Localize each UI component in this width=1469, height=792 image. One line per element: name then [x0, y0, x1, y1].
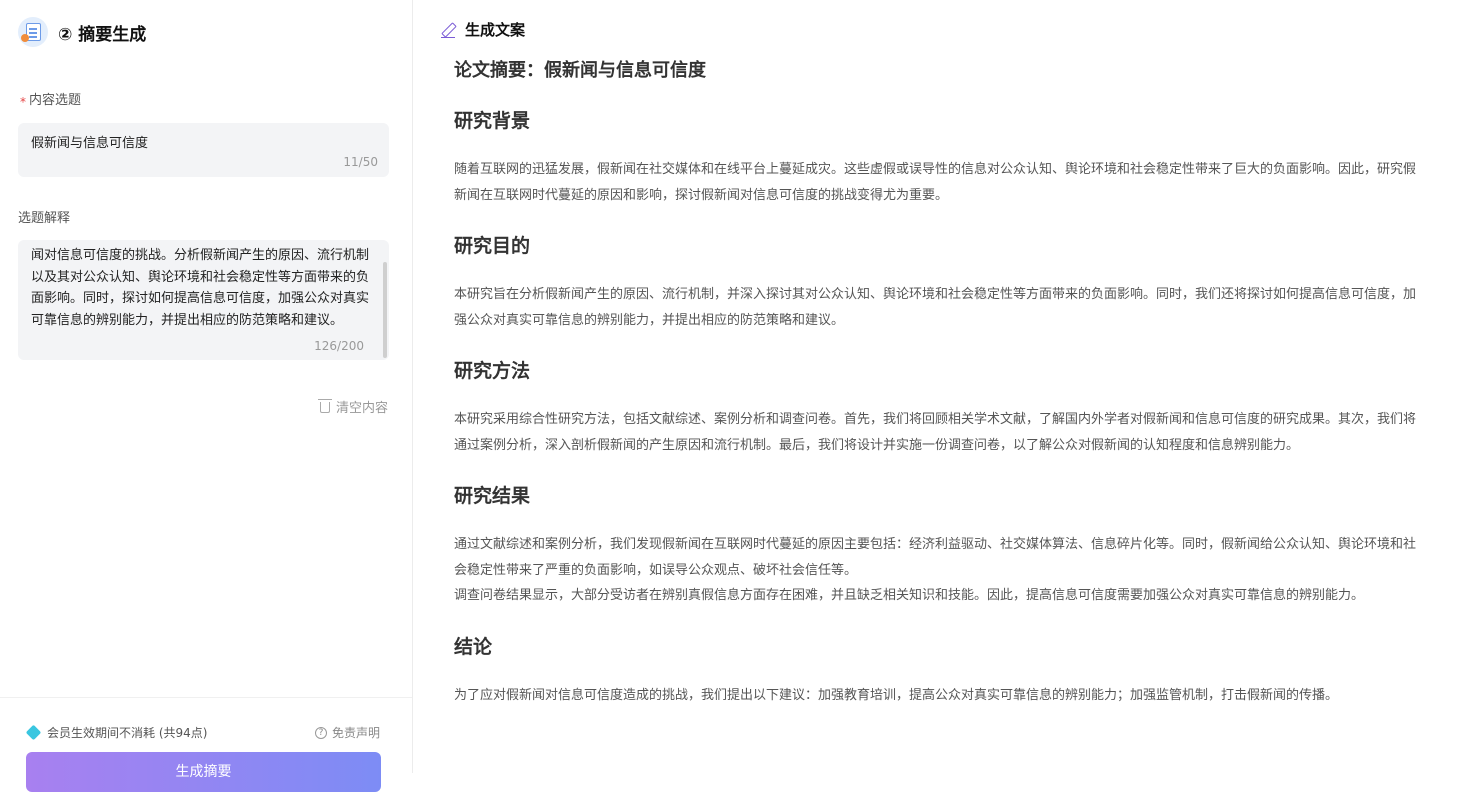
section-heading: 研究方法 — [454, 360, 531, 382]
topic-char-count: 11/50 — [343, 155, 378, 169]
clear-content-button[interactable]: 清空内容 — [317, 397, 388, 416]
trash-icon — [317, 399, 332, 413]
explanation-textarea-value[interactable]: 闻对信息可信度的挑战。分析假新闻产生的原因、流行机制以及其对公众认知、舆论环境和… — [31, 245, 371, 331]
section-heading: 研究背景 — [454, 110, 531, 132]
member-note-text: 会员生效期间不消耗 (共94点) — [47, 726, 208, 740]
diamond-icon — [25, 724, 42, 741]
section-paragraph: 本研究旨在分析假新闻产生的原因、流行机制，并深入探讨其对公众认知、舆论环境和社会… — [454, 287, 1417, 328]
section-paragraph: 通过文献综述和案例分析，我们发现假新闻在互联网时代蔓延的原因主要包括：经济利益驱… — [454, 537, 1417, 578]
topic-input[interactable]: 假新闻与信息可信度 11/50 — [18, 123, 389, 177]
explanation-scrollbar[interactable] — [383, 262, 387, 358]
output-title: 生成文案 — [462, 21, 528, 42]
topic-label: * 内容选题 — [20, 89, 82, 109]
document-title: 论文摘要：假新闻与信息可信度 — [454, 60, 706, 81]
section-conclusion: 结论 为了应对假新闻对信息可信度造成的挑战，我们提出以下建议：加强教育培训，提高… — [454, 633, 1426, 709]
output-panel: 生成文案 论文摘要：假新闻与信息可信度 研究背景 随着互联网的迅猛发展，假新闻在… — [414, 0, 1469, 773]
section-paragraph: 调查问卷结果显示，大部分受访者在辨别真假信息方面存在困难，并且缺乏相关知识和技能… — [454, 588, 1365, 603]
required-mark: * — [20, 95, 26, 109]
explanation-textarea[interactable]: 闻对信息可信度的挑战。分析假新闻产生的原因、流行机制以及其对公众认知、舆论环境和… — [18, 240, 389, 360]
topic-label-text: 内容选题 — [29, 93, 82, 108]
section-results: 研究结果 通过文献综述和案例分析，我们发现假新闻在互联网时代蔓延的原因主要包括：… — [454, 482, 1426, 609]
disclaimer-link[interactable]: ? 免责声明 — [314, 724, 380, 741]
disclaimer-label: 免责声明 — [331, 726, 380, 740]
section-heading: 研究结果 — [454, 485, 531, 507]
clear-content-label: 清空内容 — [335, 401, 388, 416]
output-header: 生成文案 — [441, 19, 528, 42]
pencil-icon — [441, 23, 455, 38]
generate-button[interactable]: 生成摘要 — [26, 752, 381, 792]
generated-document: 论文摘要：假新闻与信息可信度 研究背景 随着互联网的迅猛发展，假新闻在社交媒体和… — [454, 56, 1426, 732]
section-background: 研究背景 随着互联网的迅猛发展，假新闻在社交媒体和在线平台上蔓延成灾。这些虚假或… — [454, 107, 1426, 208]
section-paragraph: 随着互联网的迅猛发展，假新闻在社交媒体和在线平台上蔓延成灾。这些虚假或误导性的信… — [454, 162, 1417, 203]
section-paragraph: 为了应对假新闻对信息可信度造成的挑战，我们提出以下建议：加强教育培训，提高公众对… — [454, 687, 1339, 703]
section-purpose: 研究目的 本研究旨在分析假新闻产生的原因、流行机制，并深入探讨其对公众认知、舆论… — [454, 232, 1426, 333]
section-method: 研究方法 本研究采用综合性研究方法，包括文献综述、案例分析和调查问卷。首先，我们… — [454, 357, 1426, 458]
document-icon — [18, 17, 48, 47]
member-note: 会员生效期间不消耗 (共94点) — [25, 724, 208, 741]
topic-input-value[interactable]: 假新闻与信息可信度 — [31, 132, 148, 151]
section-heading: 研究目的 — [454, 235, 531, 257]
section-heading: 结论 — [454, 635, 493, 658]
question-icon: ? — [314, 726, 327, 739]
explanation-label: 选题解释 — [18, 211, 71, 226]
explanation-char-count: 126/200 — [314, 339, 364, 353]
section-paragraph: 本研究采用综合性研究方法，包括文献综述、案例分析和调查问卷。首先，我们将回顾相关… — [454, 412, 1417, 453]
app-header: ② 摘要生成 — [18, 16, 146, 48]
app-title: ② 摘要生成 — [58, 24, 147, 45]
input-panel: ② 摘要生成 * 内容选题 假新闻与信息可信度 11/50 选题解释 闻对信息可信… — [0, 0, 413, 792]
footer-divider — [0, 697, 412, 698]
